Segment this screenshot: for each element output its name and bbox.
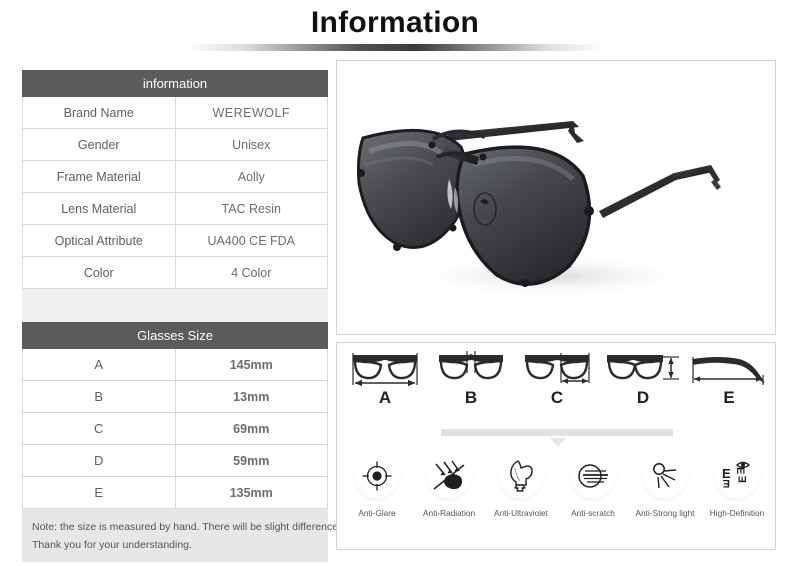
table-row: E 135mm — [22, 476, 328, 509]
feature-label-anti-ultraviolet: Anti-Ultraviolet — [494, 508, 548, 518]
sun-rays-icon — [640, 451, 690, 501]
info-key-optical-attribute: Optical Attribute — [22, 224, 176, 257]
size-value-b: 13mm — [174, 380, 328, 413]
product-information-page: Information information Brand Name WEREW… — [0, 0, 790, 566]
size-note-line-1: Note: the size is measured by hand. Ther… — [32, 521, 341, 533]
left-column: information Brand Name WEREWOLF Gender U… — [22, 70, 341, 562]
svg-text:E: E — [723, 477, 730, 489]
feature-high-definition: E E E E High-Definition — [702, 451, 772, 518]
feature-anti-glare: Anti-Glare — [342, 451, 412, 518]
scratch-circle-icon — [568, 451, 618, 501]
diagram-b: B — [429, 347, 513, 408]
table-row: Color 4 Color — [22, 256, 328, 289]
size-value-e: 135mm — [174, 476, 328, 509]
size-note-line-2: Thank you for your understanding. — [32, 539, 192, 551]
information-table: information Brand Name WEREWOLF Gender U… — [22, 70, 328, 289]
bird-icon — [496, 451, 546, 501]
info-value-lens-material: TAC Resin — [174, 192, 328, 225]
diagram-e: E — [687, 347, 771, 408]
info-value-brand-name: WEREWOLF — [174, 96, 328, 129]
measurement-diagrams: A B C D E — [337, 347, 777, 417]
glasses-bridge-width-icon — [429, 347, 513, 389]
table-row: Gender Unisex — [22, 128, 328, 161]
glasses-temple-length-icon — [687, 347, 771, 389]
table-row: B 13mm — [22, 380, 328, 413]
info-key-gender: Gender — [22, 128, 176, 161]
feature-anti-ultraviolet: Anti-Ultraviolet — [486, 451, 556, 518]
section-divider-bar — [441, 429, 673, 436]
target-crosshair-icon — [352, 451, 402, 501]
diagram-label-a: A — [378, 388, 392, 407]
table-row: Brand Name WEREWOLF — [22, 96, 328, 129]
table-row: Optical Attribute UA400 CE FDA — [22, 224, 328, 257]
title-underline-decoration — [185, 44, 605, 51]
feature-label-anti-glare: Anti-Glare — [358, 508, 396, 518]
diagram-c: C — [515, 347, 599, 408]
chevron-down-icon — [550, 438, 566, 447]
glasses-lens-height-icon — [601, 347, 685, 389]
size-key-e: E — [22, 476, 176, 509]
feature-anti-strong-light: Anti-Strong light — [630, 451, 700, 518]
feature-anti-scratch: Anti-scratch — [558, 451, 628, 518]
size-table-header-row: Glasses Size — [22, 322, 328, 349]
diagram-label-c: C — [550, 388, 564, 407]
glasses-size-table: Glasses Size A 145mm B 13mm C 69mm D 59m… — [22, 322, 328, 509]
feature-label-high-definition: High-Definition — [709, 508, 765, 518]
table-row: A 145mm — [22, 348, 328, 381]
diagram-label-d: D — [636, 388, 650, 407]
feature-icons-row: Anti-Glare Anti-Radiation Anti-Ultraviol… — [337, 451, 777, 543]
information-table-header: information — [22, 70, 328, 97]
table-row: D 59mm — [22, 444, 328, 477]
svg-text:E: E — [734, 467, 746, 474]
size-value-c: 69mm — [174, 412, 328, 445]
size-key-a: A — [22, 348, 176, 381]
info-value-frame-material: Aolly — [174, 160, 328, 193]
feature-anti-radiation: Anti-Radiation — [414, 451, 484, 518]
feature-label-anti-radiation: Anti-Radiation — [422, 508, 476, 518]
info-key-brand-name: Brand Name — [22, 96, 176, 129]
size-note: Note: the size is measured by hand. Ther… — [22, 509, 341, 562]
information-table-header-row: information — [22, 70, 328, 97]
info-value-optical-attribute: UA400 CE FDA — [174, 224, 328, 257]
page-title: Information — [310, 6, 480, 39]
table-row: Frame Material Aolly — [22, 160, 328, 193]
glasses-size-table-header: Glasses Size — [22, 322, 328, 349]
glasses-lens-width-icon — [515, 347, 599, 389]
diagram-label-b: B — [464, 388, 478, 407]
feature-label-anti-scratch: Anti-scratch — [571, 508, 615, 518]
product-photo — [337, 61, 775, 334]
radiation-arrows-icon — [424, 451, 474, 501]
size-diagram-panel: A B C D E Anti-Glare Anti-Radiation Anti… — [336, 342, 776, 550]
info-key-color: Color — [22, 256, 176, 289]
diagram-d: D — [601, 347, 685, 408]
size-key-b: B — [22, 380, 176, 413]
table-row: C 69mm — [22, 412, 328, 445]
info-key-frame-material: Frame Material — [22, 160, 176, 193]
svg-text:E: E — [737, 476, 749, 483]
table-spacer — [22, 289, 328, 322]
size-key-c: C — [22, 412, 176, 445]
info-value-gender: Unisex — [174, 128, 328, 161]
table-row: Lens Material TAC Resin — [22, 192, 328, 225]
product-photo-panel — [336, 60, 776, 335]
diagram-a: A — [343, 347, 427, 408]
diagram-label-e: E — [723, 388, 735, 407]
size-value-a: 145mm — [174, 348, 328, 381]
eye-chart-icon: E E E E — [712, 451, 762, 501]
size-value-d: 59mm — [174, 444, 328, 477]
size-key-d: D — [22, 444, 176, 477]
info-value-color: 4 Color — [174, 256, 328, 289]
glasses-front-width-icon — [343, 347, 427, 389]
sunglasses-illustration — [357, 121, 721, 298]
info-key-lens-material: Lens Material — [22, 192, 176, 225]
feature-label-anti-strong-light: Anti-Strong light — [635, 508, 695, 518]
